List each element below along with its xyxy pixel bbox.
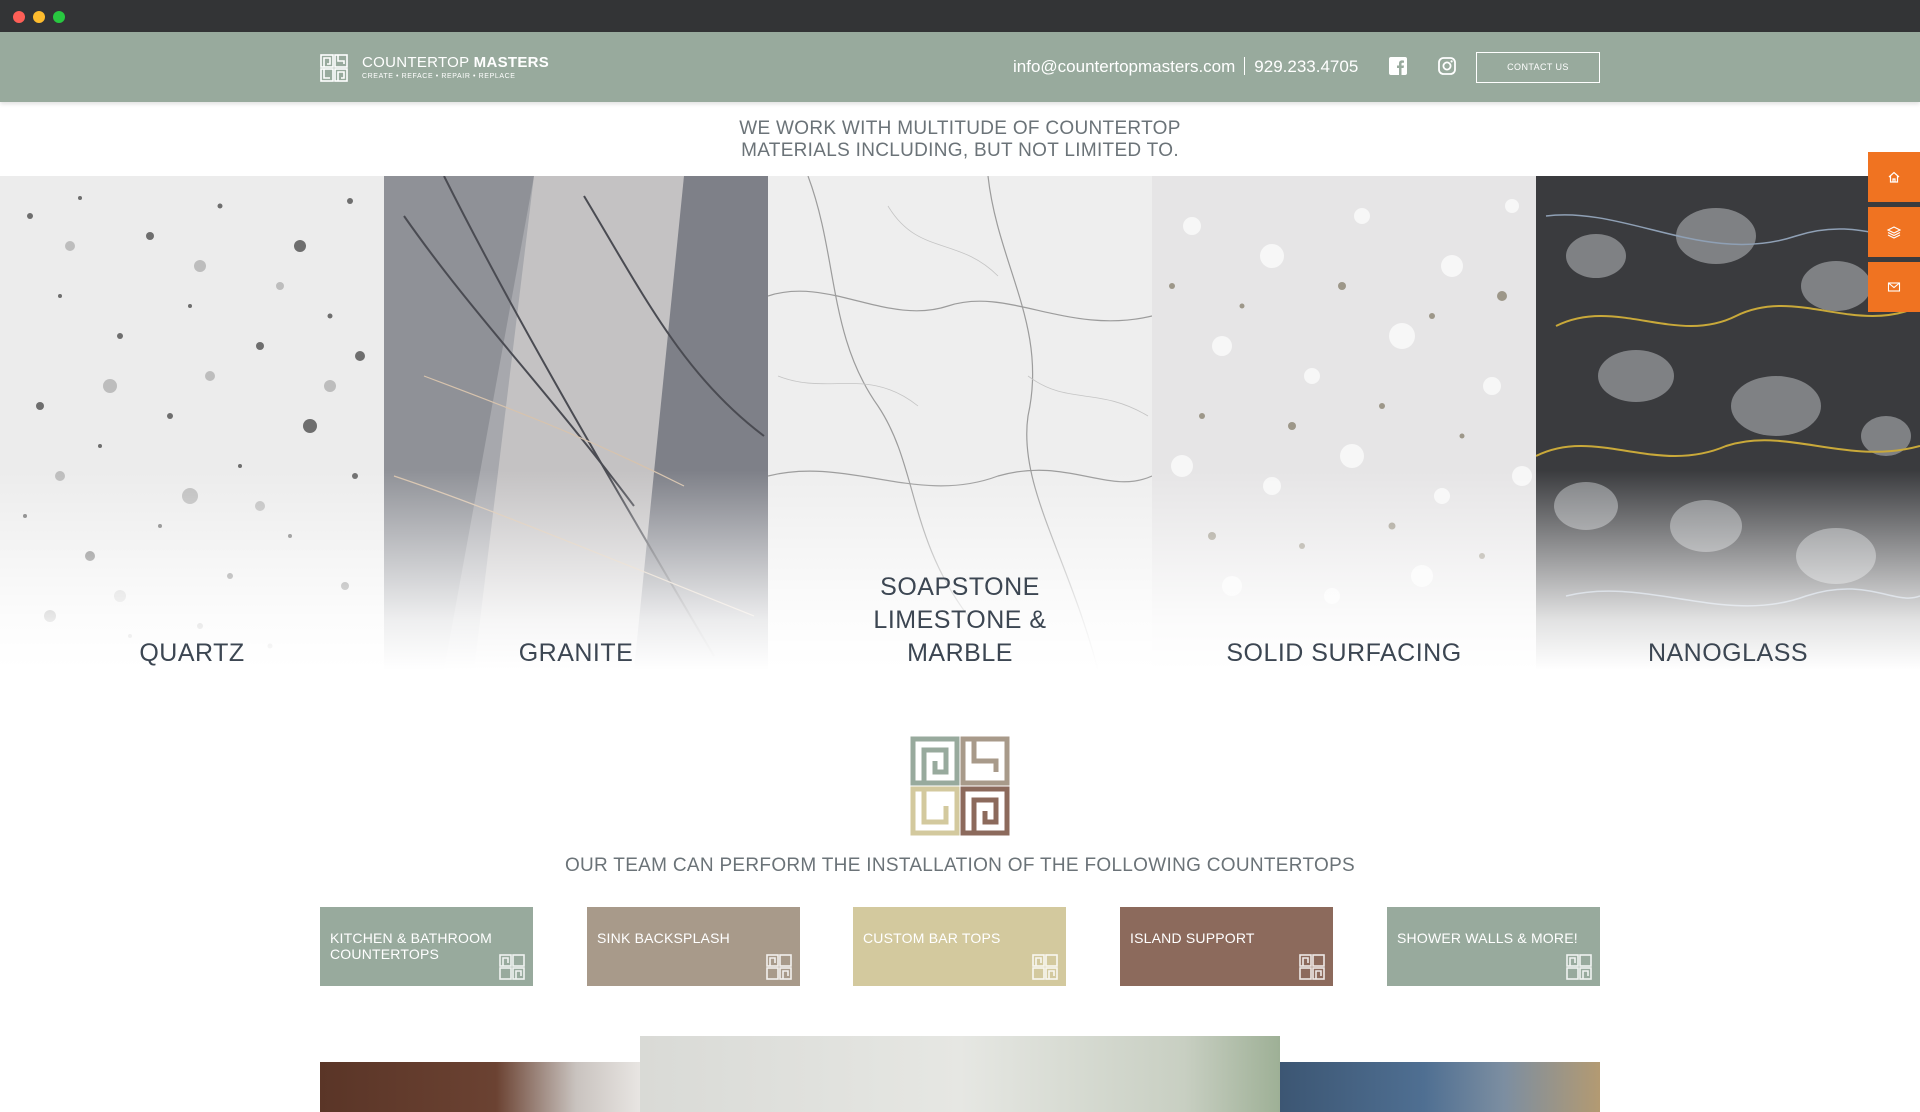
home-icon <box>1888 171 1900 183</box>
material-label: SOLID SURFACING <box>1226 639 1462 667</box>
intro-line-2: MATERIALS INCLUDING, BUT NOT LIMITED TO. <box>741 140 1179 161</box>
card-label-line: COUNTERTOPS <box>330 946 440 962</box>
service-card-shower-walls[interactable]: SHOWER WALLS & MORE! <box>1387 907 1600 986</box>
instagram-icon[interactable] <box>1437 56 1457 76</box>
material-panel-nanoglass[interactable]: NANOGLASS <box>1536 176 1920 670</box>
side-layers-button[interactable] <box>1868 207 1920 257</box>
service-card-label: CUSTOM BAR TOPS <box>863 930 1001 946</box>
brand-name: COUNTERTOP MASTERS <box>362 54 550 71</box>
site-header: COUNTERTOP MASTERS CREATE • REFACE • REP… <box>0 32 1920 102</box>
card-logo-icon <box>1566 954 1592 980</box>
material-panel-soapstone[interactable]: SOAPSTONE LIMESTONE & MARBLE <box>768 176 1152 670</box>
facebook-icon[interactable] <box>1388 56 1408 76</box>
window-titlebar <box>0 0 1920 32</box>
brand[interactable]: COUNTERTOP MASTERS CREATE • REFACE • REP… <box>362 54 549 80</box>
service-card-label: ISLAND SUPPORT <box>1130 930 1255 946</box>
service-card-custom-bar-tops[interactable]: CUSTOM BAR TOPS <box>853 907 1066 986</box>
material-panel-quartz[interactable]: QUARTZ <box>0 176 384 670</box>
logo-icon[interactable] <box>320 54 348 82</box>
card-logo-icon <box>499 954 525 980</box>
phone-link[interactable]: 929.233.4705 <box>1254 57 1358 76</box>
email-link[interactable]: info@countertopmasters.com <box>1013 57 1235 76</box>
emblem-icon <box>910 736 1010 836</box>
gallery-photo-right[interactable] <box>1280 1062 1600 1112</box>
material-panel-solid-surfacing[interactable]: SOLID SURFACING <box>1152 176 1536 670</box>
gallery-photo-left[interactable] <box>320 1062 640 1112</box>
window-minimize-button[interactable] <box>33 11 45 23</box>
material-label: QUARTZ <box>139 639 245 667</box>
material-label: NANOGLASS <box>1647 639 1809 667</box>
material-label-line: LIMESTONE & <box>873 606 1047 634</box>
layers-icon <box>1887 226 1901 239</box>
material-label: GRANITE <box>518 639 634 667</box>
services-heading: OUR TEAM CAN PERFORM THE INSTALLATION OF… <box>564 855 1356 876</box>
intro-line-1: WE WORK WITH MULTITUDE OF COUNTERTOP <box>739 118 1181 139</box>
materials-gallery: QUARTZ GRANITE SOAPSTONE LIMESTONE & MAR… <box>0 176 1920 670</box>
contact-us-button[interactable]: CONTACT US <box>1476 52 1600 83</box>
service-card-label: KITCHEN & BATHROOM COUNTERTOPS <box>330 930 492 962</box>
material-panel-granite[interactable]: GRANITE <box>384 176 768 670</box>
brand-tagline: CREATE • REFACE • REPAIR • REPLACE <box>362 73 516 80</box>
window-maximize-button[interactable] <box>53 11 65 23</box>
material-label: SOAPSTONE LIMESTONE & MARBLE <box>768 571 1152 670</box>
service-card-label: SINK BACKSPLASH <box>597 930 730 946</box>
service-card-sink-backsplash[interactable]: SINK BACKSPLASH <box>587 907 800 986</box>
window-close-button[interactable] <box>13 11 25 23</box>
card-logo-icon <box>1299 954 1325 980</box>
material-label-line: MARBLE <box>907 639 1013 667</box>
card-label-line: KITCHEN & BATHROOM <box>330 930 493 946</box>
service-card-kitchen-bathroom[interactable]: KITCHEN & BATHROOM COUNTERTOPS <box>320 907 533 986</box>
card-logo-icon <box>766 954 792 980</box>
service-card-label: SHOWER WALLS & MORE! <box>1397 930 1578 946</box>
side-home-button[interactable] <box>1868 152 1920 202</box>
material-label-line: SOAPSTONE <box>880 573 1040 601</box>
service-card-island-support[interactable]: ISLAND SUPPORT <box>1120 907 1333 986</box>
side-mail-button[interactable] <box>1868 262 1920 312</box>
card-logo-icon <box>1032 954 1058 980</box>
gallery-photo-center[interactable] <box>640 1036 1280 1112</box>
materials-intro-heading: WE WORK WITH MULTITUDE OF COUNTERTOP MAT… <box>0 118 1920 162</box>
contact-info: info@countertopmasters.com 929.233.4705 <box>1013 57 1358 77</box>
mail-icon <box>1887 282 1901 292</box>
divider <box>1244 57 1246 75</box>
